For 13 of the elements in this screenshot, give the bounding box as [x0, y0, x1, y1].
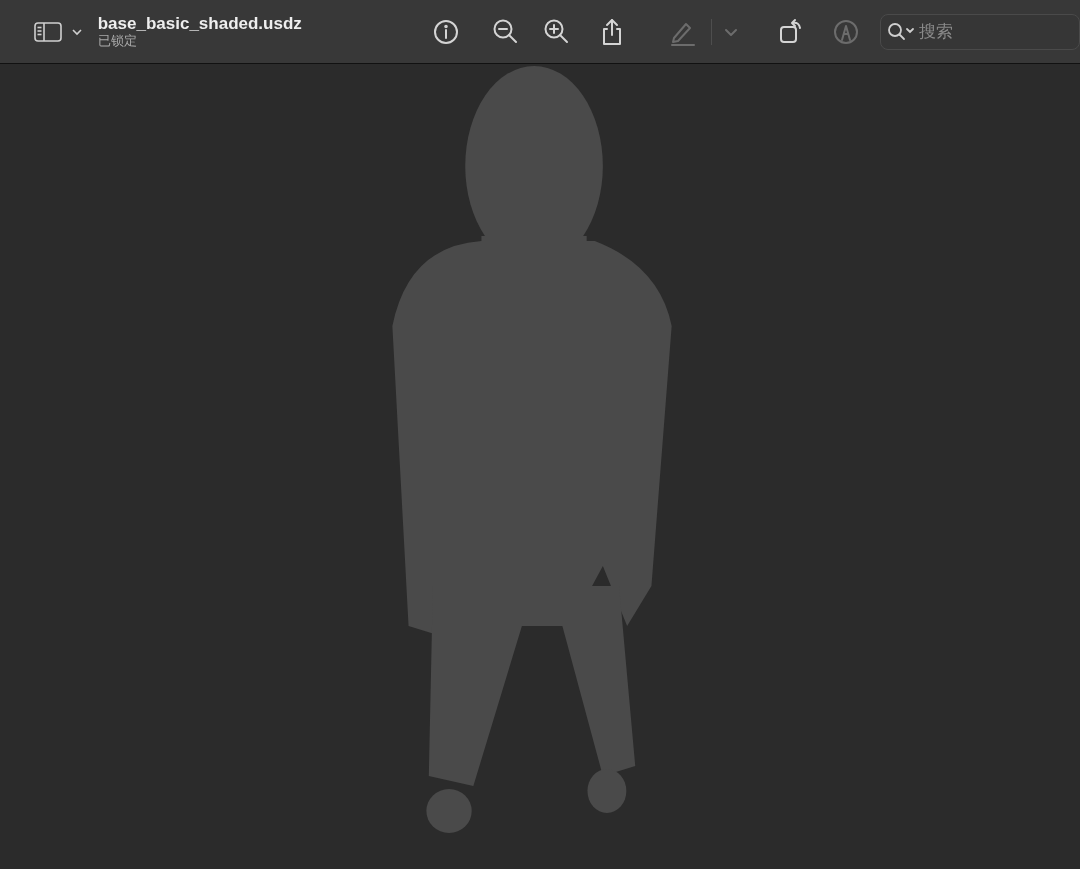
markup-icon	[832, 17, 860, 46]
search-field[interactable]: 搜索	[880, 13, 1080, 50]
sidebar-toggle-button[interactable]	[33, 20, 82, 43]
info-icon	[431, 17, 460, 46]
window-title: base_basic_shaded.usdz	[97, 14, 302, 33]
zoom-out-button[interactable]	[491, 17, 520, 46]
zoom-out-icon	[491, 17, 520, 46]
search-icon	[887, 21, 917, 42]
search-input[interactable]: 搜索	[917, 17, 1057, 46]
zoom-in-icon	[542, 17, 571, 46]
lock-status: 已锁定	[97, 33, 138, 49]
zoom-in-button[interactable]	[542, 17, 571, 46]
info-button[interactable]	[431, 17, 460, 46]
